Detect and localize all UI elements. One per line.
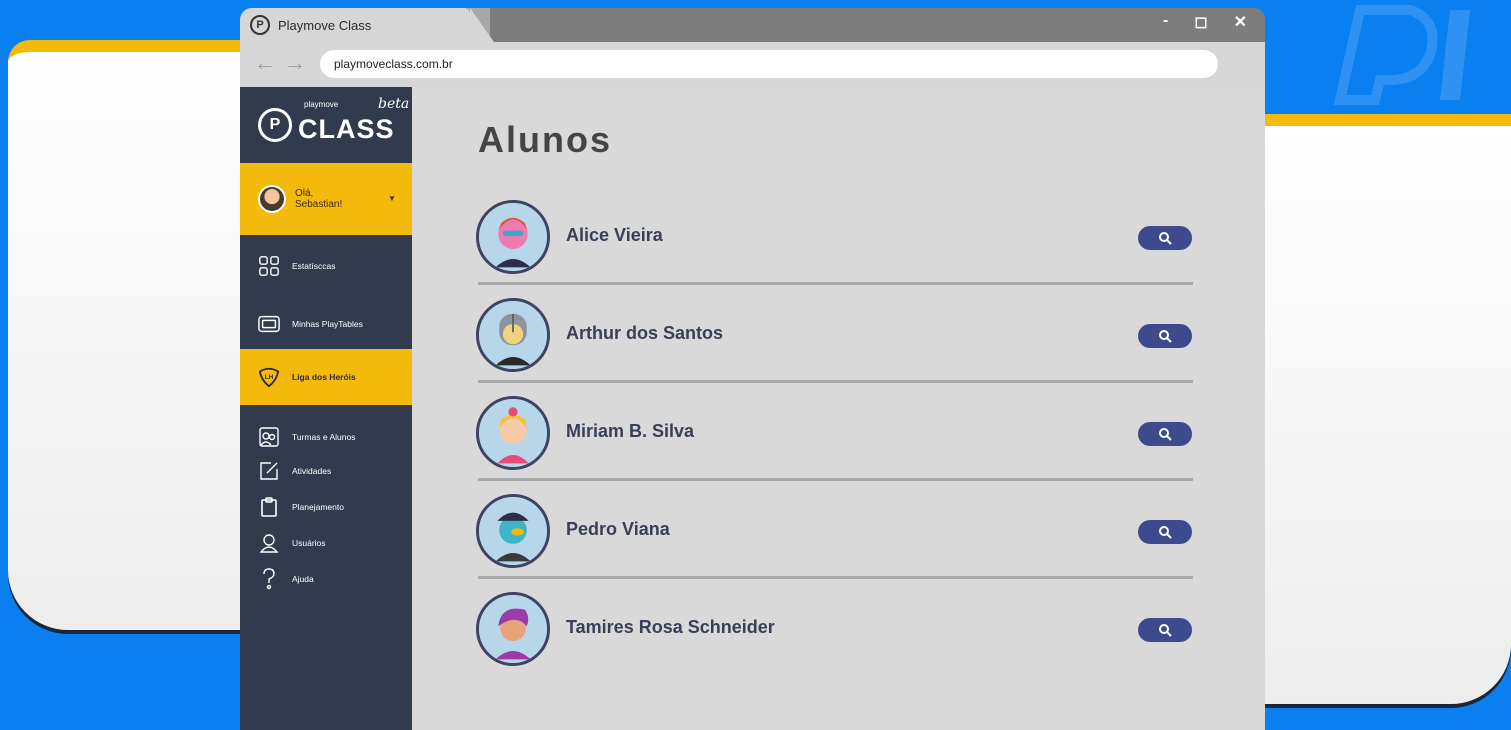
window-controls: - ◻ ✕ <box>1163 12 1247 32</box>
view-student-button[interactable] <box>1138 324 1192 348</box>
sidebar-item-label: Estatísccas <box>292 261 336 271</box>
sidebar-item-label: Usuários <box>292 538 326 548</box>
forward-arrow-icon[interactable]: → <box>284 50 306 76</box>
sidebar-item-planejamento[interactable]: Planejamento <box>240 495 412 519</box>
student-name: Tamires Rosa Schneider <box>566 617 775 637</box>
view-student-button[interactable] <box>1138 520 1192 544</box>
sidebar-item-label: Atividades <box>292 466 332 476</box>
tab-strip <box>490 8 1265 42</box>
user-icon <box>258 533 280 553</box>
grid-icon <box>258 254 280 278</box>
brand-name: CLASS <box>298 113 395 144</box>
student-name: Miriam B. Silva <box>566 421 695 441</box>
sidebar-item-minhas-playtables[interactable]: Minhas PlayTables <box>240 301 412 347</box>
search-icon <box>1159 232 1172 245</box>
student-row: Alice Vieira <box>476 187 1193 285</box>
sidebar-item-label: Turmas e Alunos <box>292 432 356 442</box>
user-greeting: Olá, Sebastian! <box>295 188 342 210</box>
student-name: Alice Vieira <box>566 225 663 245</box>
student-avatar <box>476 494 550 568</box>
sidebar-item-label: Minhas PlayTables <box>292 319 363 329</box>
back-arrow-icon[interactable]: ← <box>254 50 276 76</box>
user-menu[interactable]: Olá, Sebastian! ▼ <box>240 163 412 235</box>
student-name: Arthur dos Santos <box>566 323 724 343</box>
student-row: Pedro Viana <box>476 481 1193 579</box>
shield-icon: LH <box>258 366 280 388</box>
student-avatar <box>476 396 550 470</box>
view-student-button[interactable] <box>1138 422 1192 446</box>
maximize-button[interactable]: ◻ <box>1194 12 1207 32</box>
watermark-logo <box>1333 4 1470 105</box>
sidebar-item-ajuda[interactable]: Ajuda <box>240 567 412 591</box>
playmove-logo-icon: P <box>250 15 270 35</box>
chevron-down-icon[interactable]: ▼ <box>388 194 396 203</box>
brand-logo[interactable]: P playmove beta CLASS <box>258 96 409 149</box>
student-row: Arthur dos Santos <box>476 285 1193 383</box>
sidebar-item-label: Liga dos Heróis <box>292 372 356 382</box>
page-title: Alunos <box>478 119 612 160</box>
brand-text: playmove beta CLASS <box>298 96 409 145</box>
main-content: Alunos Alice Vieira Arthur dos Santos Mi… <box>412 87 1265 730</box>
question-icon <box>258 568 280 590</box>
search-icon <box>1159 624 1172 637</box>
tablet-icon <box>258 315 280 333</box>
browser-chrome: P Playmove Class - ◻ ✕ ← → playmoveclass… <box>240 8 1265 87</box>
search-icon <box>1159 526 1172 539</box>
address-bar[interactable]: playmoveclass.com.br <box>320 50 1218 78</box>
student-row: Tamires Rosa Schneider <box>476 579 1193 677</box>
playmove-logo-icon: P <box>258 108 292 142</box>
student-row: Miriam B. Silva <box>476 383 1193 481</box>
close-button[interactable]: ✕ <box>1234 12 1247 32</box>
greeting-line-2: Sebastian! <box>295 199 343 210</box>
view-student-button[interactable] <box>1138 618 1192 642</box>
student-avatar <box>476 298 550 372</box>
nav-arrows: ← → <box>254 50 306 76</box>
brand-small-text: playmove <box>304 99 339 109</box>
brand-beta-tag: beta <box>378 95 410 112</box>
student-avatar <box>476 592 550 666</box>
group-icon <box>258 427 280 447</box>
greeting-line-1: Olá, <box>295 188 314 199</box>
student-avatar <box>476 200 550 274</box>
minimize-button[interactable]: - <box>1163 12 1168 32</box>
search-icon <box>1159 330 1172 343</box>
browser-tab[interactable]: P Playmove Class <box>240 8 494 42</box>
sidebar-item-usuarios[interactable]: Usuários <box>240 531 412 555</box>
view-student-button[interactable] <box>1138 226 1192 250</box>
sidebar-item-liga-dos-herois[interactable]: LH Liga dos Heróis <box>240 349 412 405</box>
sidebar-item-estatisticas[interactable]: Estatísccas <box>240 243 412 289</box>
sidebar-item-atividades[interactable]: Atividades <box>240 459 412 483</box>
clipboard-icon <box>258 497 280 517</box>
student-name: Pedro Viana <box>566 519 670 539</box>
svg-text:LH: LH <box>265 374 274 381</box>
sidebar-item-label: Planejamento <box>292 502 344 512</box>
sidebar-item-label: Ajuda <box>292 574 314 584</box>
browser-window: P Playmove Class - ◻ ✕ ← → playmoveclass… <box>240 8 1265 730</box>
sidebar: P playmove beta CLASS Olá, Sebastian! ▼ <box>240 87 412 730</box>
search-icon <box>1159 428 1172 441</box>
tab-title: Playmove Class <box>278 17 372 33</box>
edit-icon <box>258 461 280 481</box>
browser-toolbar: ← → playmoveclass.com.br <box>240 42 1265 87</box>
user-avatar <box>258 185 286 213</box>
sidebar-item-turmas-e-alunos[interactable]: Turmas e Alunos <box>240 425 412 449</box>
